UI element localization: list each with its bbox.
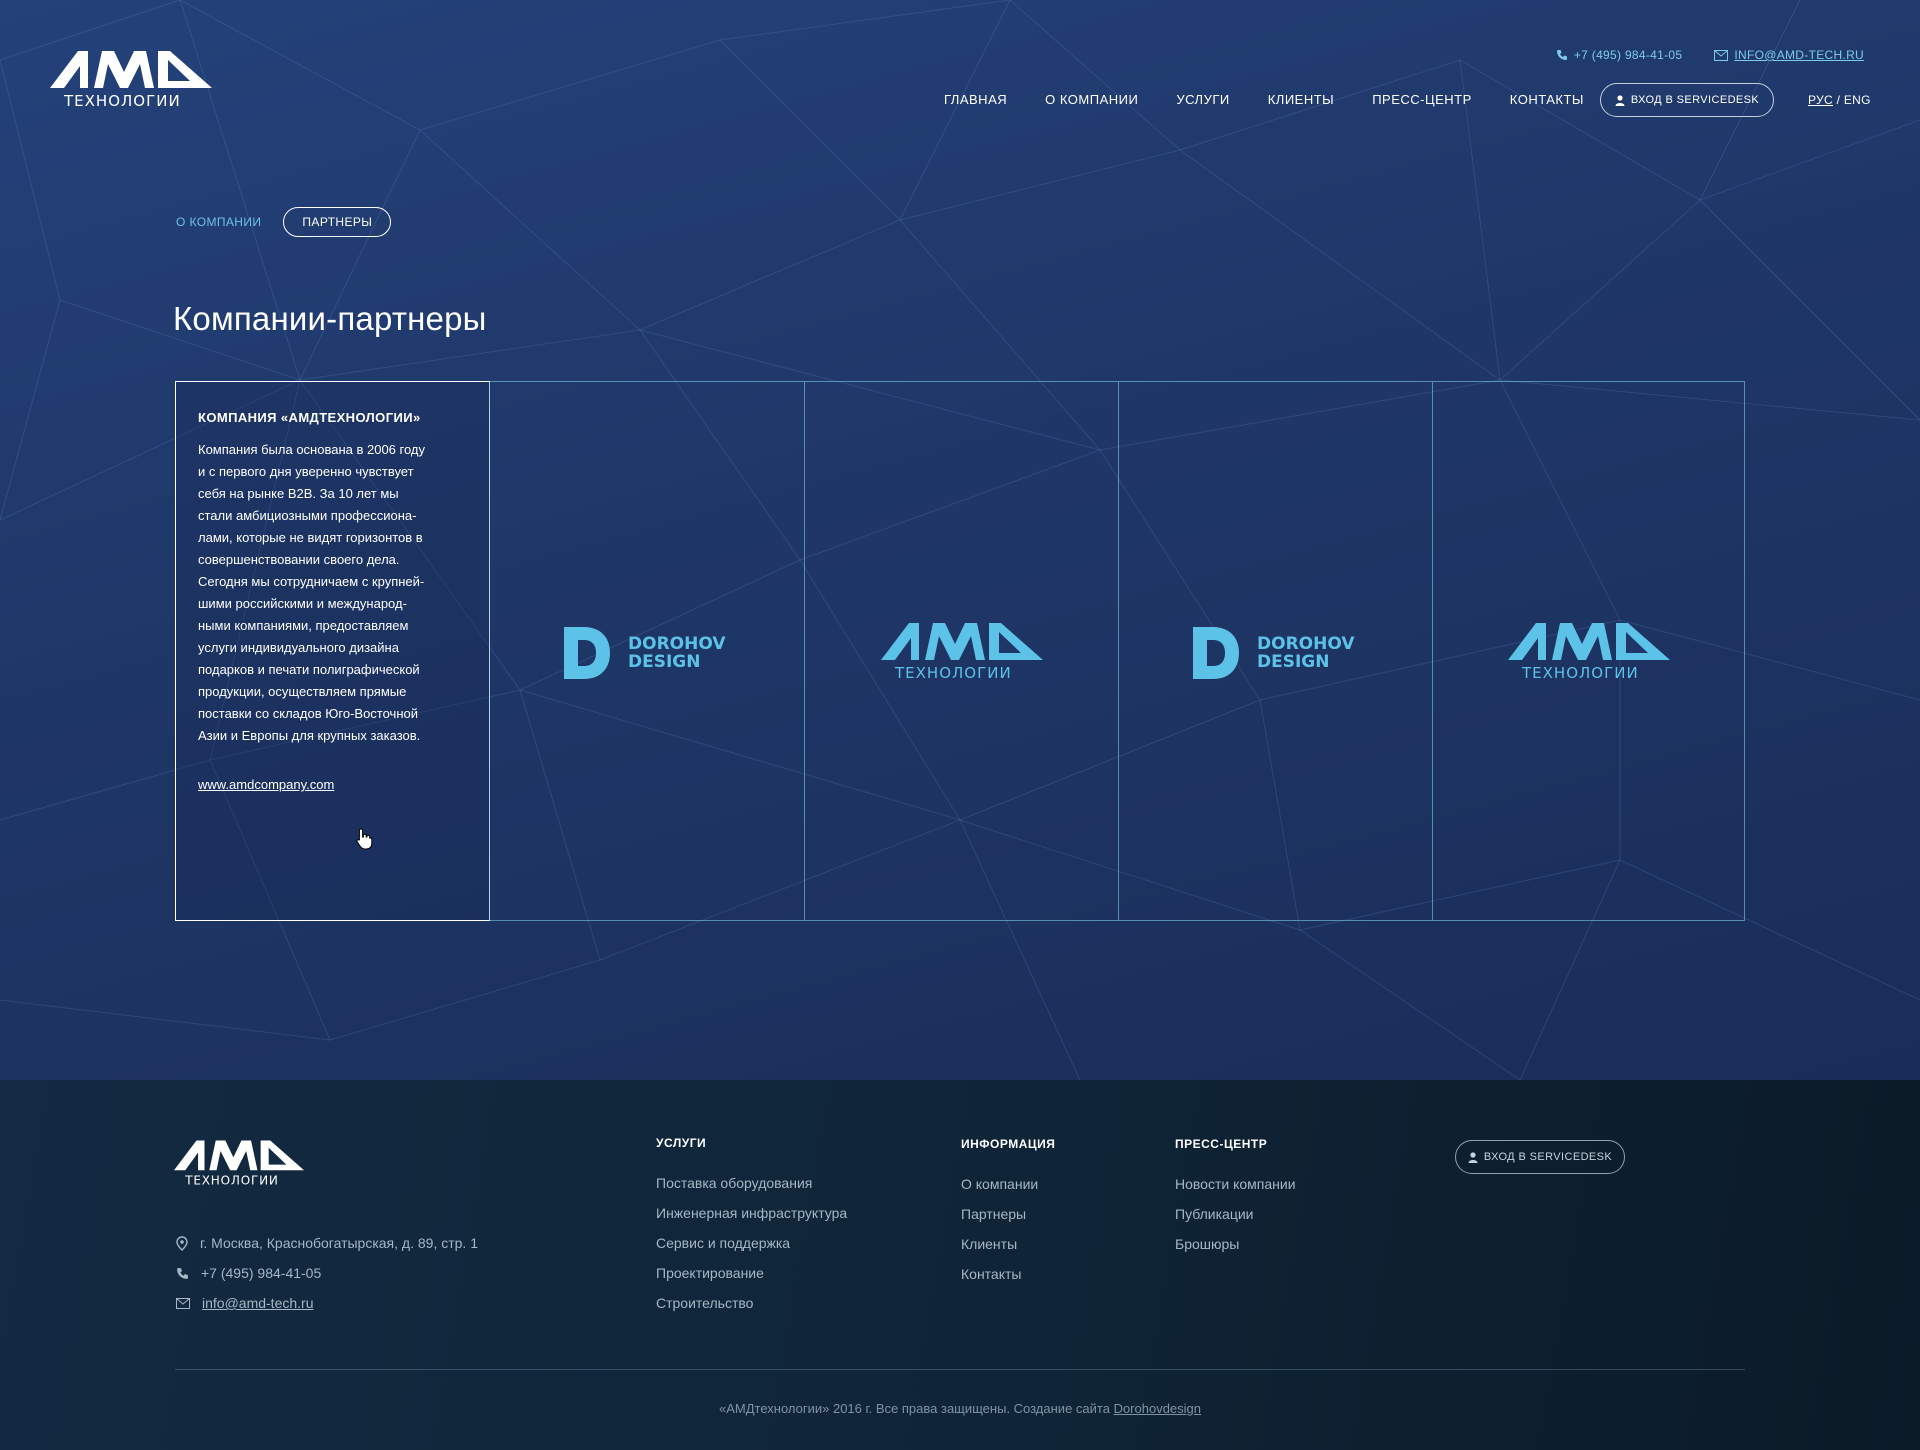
nav-item-contacts[interactable]: КОНТАКТЫ <box>1510 92 1584 107</box>
copyright-text: «АМДтехнологии» 2016 г. Все права защище… <box>718 1401 1110 1416</box>
nav-item-press[interactable]: ПРЕСС-ЦЕНТР <box>1372 92 1472 107</box>
featured-partner-title: КОМПАНИЯ «АМДТЕХНОЛОГИИ» <box>198 410 421 425</box>
header-phone-text: +7 (495) 984-41-05 <box>1573 48 1683 62</box>
amd-partner-logo: ТЕХНОЛОГИИ <box>1507 623 1670 682</box>
language-switcher: РУС / ENG <box>1808 93 1871 107</box>
description-line: Компания была основана в 2006 году <box>198 442 426 457</box>
description-line: совершенствовании своего дела. <box>198 552 400 567</box>
featured-partner-description: Компания была основана в 2006 году и с п… <box>198 439 467 747</box>
lang-en[interactable]: ENG <box>1844 93 1871 107</box>
user-icon <box>1615 94 1625 106</box>
footer-link[interactable]: Инженерная инфраструктура <box>656 1205 847 1235</box>
user-icon <box>1468 1151 1478 1163</box>
svg-text:ТЕХНОЛОГИИ: ТЕХНОЛОГИИ <box>184 1174 278 1188</box>
amd-partner-logo: ТЕХНОЛОГИИ <box>880 623 1043 682</box>
mail-icon <box>176 1297 190 1309</box>
phone-icon <box>177 1267 188 1279</box>
featured-partner-link[interactable]: www.amdcompany.com <box>198 777 334 792</box>
footer-press-list: Новости компании Публикации Брошюры <box>1175 1176 1296 1266</box>
nav-item-clients[interactable]: КЛИЕНТЫ <box>1268 92 1334 107</box>
description-line: Сегодня мы сотрудничаем с крупней- <box>198 574 425 589</box>
nav-item-services[interactable]: УСЛУГИ <box>1176 92 1229 107</box>
servicedesk-login-button[interactable]: ВХОД В SERVICEDESK <box>1600 83 1774 117</box>
lang-ru[interactable]: РУС <box>1808 93 1833 107</box>
location-pin-icon <box>176 1235 188 1251</box>
footer-press-title: ПРЕСС-ЦЕНТР <box>1175 1137 1268 1151</box>
header-phone[interactable]: +7 (495) 984-41-05 <box>1556 48 1682 62</box>
footer-divider <box>175 1369 1745 1370</box>
footer-info-title: ИНФОРМАЦИЯ <box>961 1137 1056 1151</box>
main-nav: ГЛАВНАЯ О КОМПАНИИ УСЛУГИ КЛИЕНТЫ ПРЕСС-… <box>944 92 1584 107</box>
footer-servicedesk-label: ВХОД В SERVICEDESK <box>1483 1151 1613 1163</box>
description-line: лами, которые не видят горизонтов в <box>198 530 423 545</box>
subnav-about[interactable]: О КОМПАНИИ <box>176 215 261 229</box>
section-subnav: О КОМПАНИИ ПАРТНЕРЫ <box>176 207 392 237</box>
phone-icon <box>1556 50 1567 60</box>
footer-info-list: О компании Партнеры Клиенты Контакты <box>961 1176 1038 1296</box>
partner-card-amd-1[interactable]: ТЕХНОЛОГИИ <box>804 382 1118 920</box>
svg-text:DOROHOV: DOROHOV <box>628 634 726 654</box>
description-line: услуги индивидуального дизайна <box>198 640 399 655</box>
footer-contacts: г. Москва, Краснобогатырская, д. 89, стр… <box>176 1228 478 1318</box>
partner-card-amd-2[interactable]: ТЕХНОЛОГИИ <box>1432 382 1744 920</box>
dorohov-design-logo: DOROHOV DESIGN <box>1192 627 1355 679</box>
footer-link[interactable]: Публикации <box>1175 1206 1296 1236</box>
footer-email-text: info@amd-tech.ru <box>202 1295 314 1311</box>
svg-text:ТЕХНОЛОГИИ: ТЕХНОЛОГИИ <box>894 664 1012 682</box>
footer-link[interactable]: Проектирование <box>656 1265 847 1295</box>
footer-link[interactable]: Новости компании <box>1175 1176 1296 1206</box>
mail-icon <box>1714 49 1729 61</box>
dorohov-design-logo: DOROHOV DESIGN <box>564 627 726 679</box>
nav-item-home[interactable]: ГЛАВНАЯ <box>944 92 1007 107</box>
footer-link[interactable]: О компании <box>961 1176 1038 1206</box>
subnav-partners[interactable]: ПАРТНЕРЫ <box>283 207 392 237</box>
footer-link[interactable]: Строительство <box>656 1295 847 1325</box>
description-line: ными компаниями, предоставляем <box>198 618 409 633</box>
nav-item-about[interactable]: О КОМПАНИИ <box>1045 92 1138 107</box>
lang-separator: / <box>1836 93 1841 107</box>
footer-servicedesk-button[interactable]: ВХОД В SERVICEDESK <box>1455 1140 1625 1174</box>
svg-text:ТЕХНОЛОГИИ: ТЕХНОЛОГИИ <box>1521 664 1639 682</box>
footer-amd-logo[interactable]: ТЕХНОЛОГИИ <box>174 1138 304 1188</box>
copyright-link[interactable]: Dorohovdesign <box>1114 1401 1201 1416</box>
footer-link[interactable]: Партнеры <box>961 1206 1038 1236</box>
footer-link[interactable]: Клиенты <box>961 1236 1038 1266</box>
footer-phone-text: +7 (495) 984-41-05 <box>201 1265 322 1281</box>
footer-link[interactable]: Брошюры <box>1175 1236 1296 1266</box>
featured-partner-card: КОМПАНИЯ «АМДТЕХНОЛОГИИ» Компания была о… <box>175 381 490 921</box>
page-title: Компании-партнеры <box>173 300 487 337</box>
amd-logo[interactable]: ТЕХНОЛОГИИ <box>50 48 212 110</box>
servicedesk-login-label: ВХОД В SERVICEDESK <box>1630 94 1760 106</box>
footer-email[interactable]: info@amd-tech.ru <box>176 1288 478 1318</box>
hand-cursor-icon <box>356 828 373 850</box>
description-line: Азии и Европы для крупных заказов. <box>198 728 421 743</box>
description-line: и с первого дня уверенно чувствует <box>198 464 414 479</box>
header-email-text: INFO@AMD-TECH.RU <box>1734 48 1864 62</box>
svg-text:ТЕХНОЛОГИИ: ТЕХНОЛОГИИ <box>63 92 181 110</box>
description-line: подарков и печати полиграфической <box>198 662 420 677</box>
description-line: себя на рынке B2B. За 10 лет мы <box>198 486 399 501</box>
copyright: «АМДтехнологии» 2016 г. Все права защище… <box>0 1401 1920 1416</box>
footer-services-title: УСЛУГИ <box>656 1136 707 1150</box>
partners-grid: КОМПАНИЯ «АМДТЕХНОЛОГИИ» Компания была о… <box>175 381 1745 921</box>
description-line: стали амбициозными профессиона- <box>198 508 417 523</box>
footer-phone[interactable]: +7 (495) 984-41-05 <box>176 1258 478 1288</box>
footer-link[interactable]: Поставка оборудования <box>656 1175 847 1205</box>
description-line: шими российскими и международ- <box>198 596 407 611</box>
footer-link[interactable]: Контакты <box>961 1266 1038 1296</box>
partner-card-dorohov-1[interactable]: DOROHOV DESIGN <box>489 382 804 920</box>
svg-text:DESIGN: DESIGN <box>628 652 700 672</box>
footer-link[interactable]: Сервис и поддержка <box>656 1235 847 1265</box>
partner-card-dorohov-2[interactable]: DOROHOV DESIGN <box>1118 382 1432 920</box>
header-email[interactable]: INFO@AMD-TECH.RU <box>1714 48 1864 62</box>
description-line: поставки со складов Юго-Восточной <box>198 706 418 721</box>
header-contacts: +7 (495) 984-41-05 INFO@AMD-TECH.RU <box>1556 48 1864 62</box>
svg-text:DOROHOV: DOROHOV <box>1257 634 1355 654</box>
description-line: продукции, осуществляем прямые <box>198 684 407 699</box>
footer-address: г. Москва, Краснобогатырская, д. 89, стр… <box>176 1228 478 1258</box>
svg-text:DESIGN: DESIGN <box>1257 652 1329 672</box>
footer-services-list: Поставка оборудования Инженерная инфраст… <box>656 1175 847 1325</box>
footer-address-text: г. Москва, Краснобогатырская, д. 89, стр… <box>200 1235 478 1251</box>
